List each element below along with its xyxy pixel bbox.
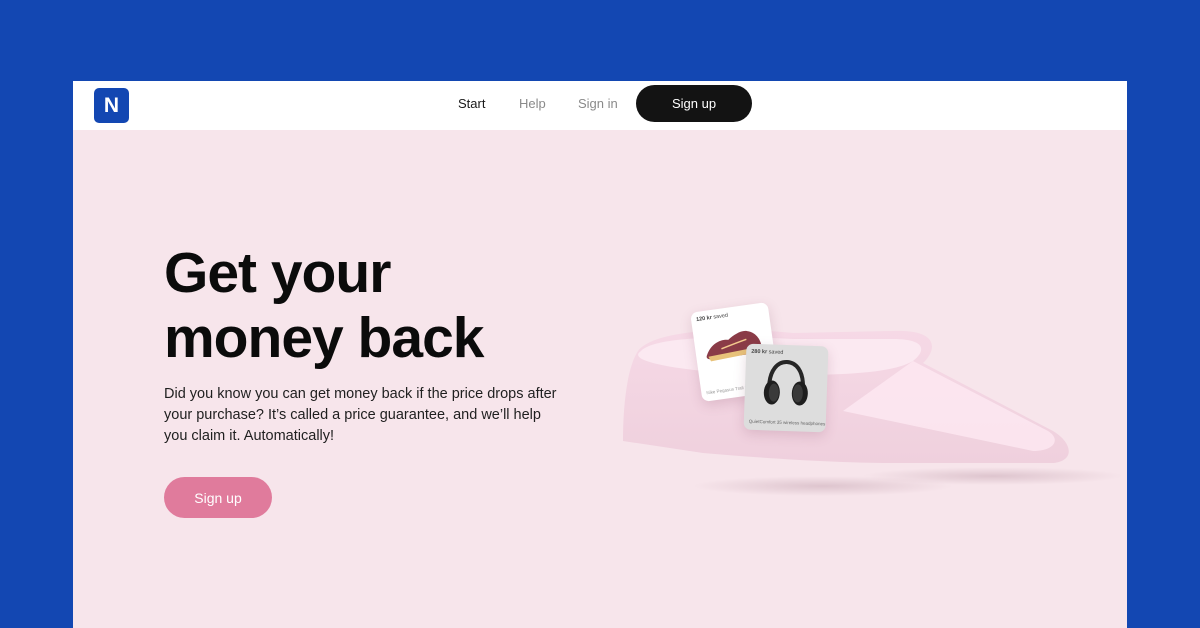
- card-product-name: QuietComfort 35 wireless headphones: [748, 418, 826, 427]
- pedestal-graphic: [623, 330, 1123, 496]
- card-saved-text: 280 kr saved: [751, 349, 783, 356]
- card-amount: 280 kr: [751, 348, 768, 356]
- nav-link-sign-in[interactable]: Sign in: [578, 96, 618, 111]
- hero-title-line-1: Get your: [164, 241, 391, 305]
- logo-letter: N: [103, 93, 120, 117]
- nav-link-help[interactable]: Help: [519, 96, 546, 111]
- hero-description: Did you know you can get money back if t…: [164, 386, 557, 444]
- card-saved-suffix: saved: [713, 312, 729, 321]
- hero-title-line-2: money back: [164, 306, 484, 370]
- headphones-icon: [763, 360, 808, 406]
- brand-logo[interactable]: N: [94, 88, 129, 123]
- top-navigation: N Start Help Sign in Sign up: [73, 81, 1127, 130]
- price-card-headphones: 280 kr saved QuietComfort 35 wireless he…: [743, 343, 829, 433]
- card-amount: 120 kr: [695, 314, 713, 324]
- product-illustration: 120 kr saved Nike Pegasus Trail 3 280 kr…: [593, 291, 1127, 501]
- card-product-name: Nike Pegasus Trail 3: [706, 384, 748, 396]
- card-saved-text: 120 kr saved: [696, 313, 729, 323]
- nav-link-start[interactable]: Start: [458, 96, 485, 111]
- hero-title: Get your money back: [164, 241, 584, 371]
- nav-signup-button[interactable]: Sign up: [636, 85, 752, 122]
- hero-signup-button[interactable]: Sign up: [164, 477, 272, 518]
- card-saved-suffix: saved: [768, 349, 784, 356]
- browser-window: N Start Help Sign in Sign up Get your mo…: [73, 81, 1127, 628]
